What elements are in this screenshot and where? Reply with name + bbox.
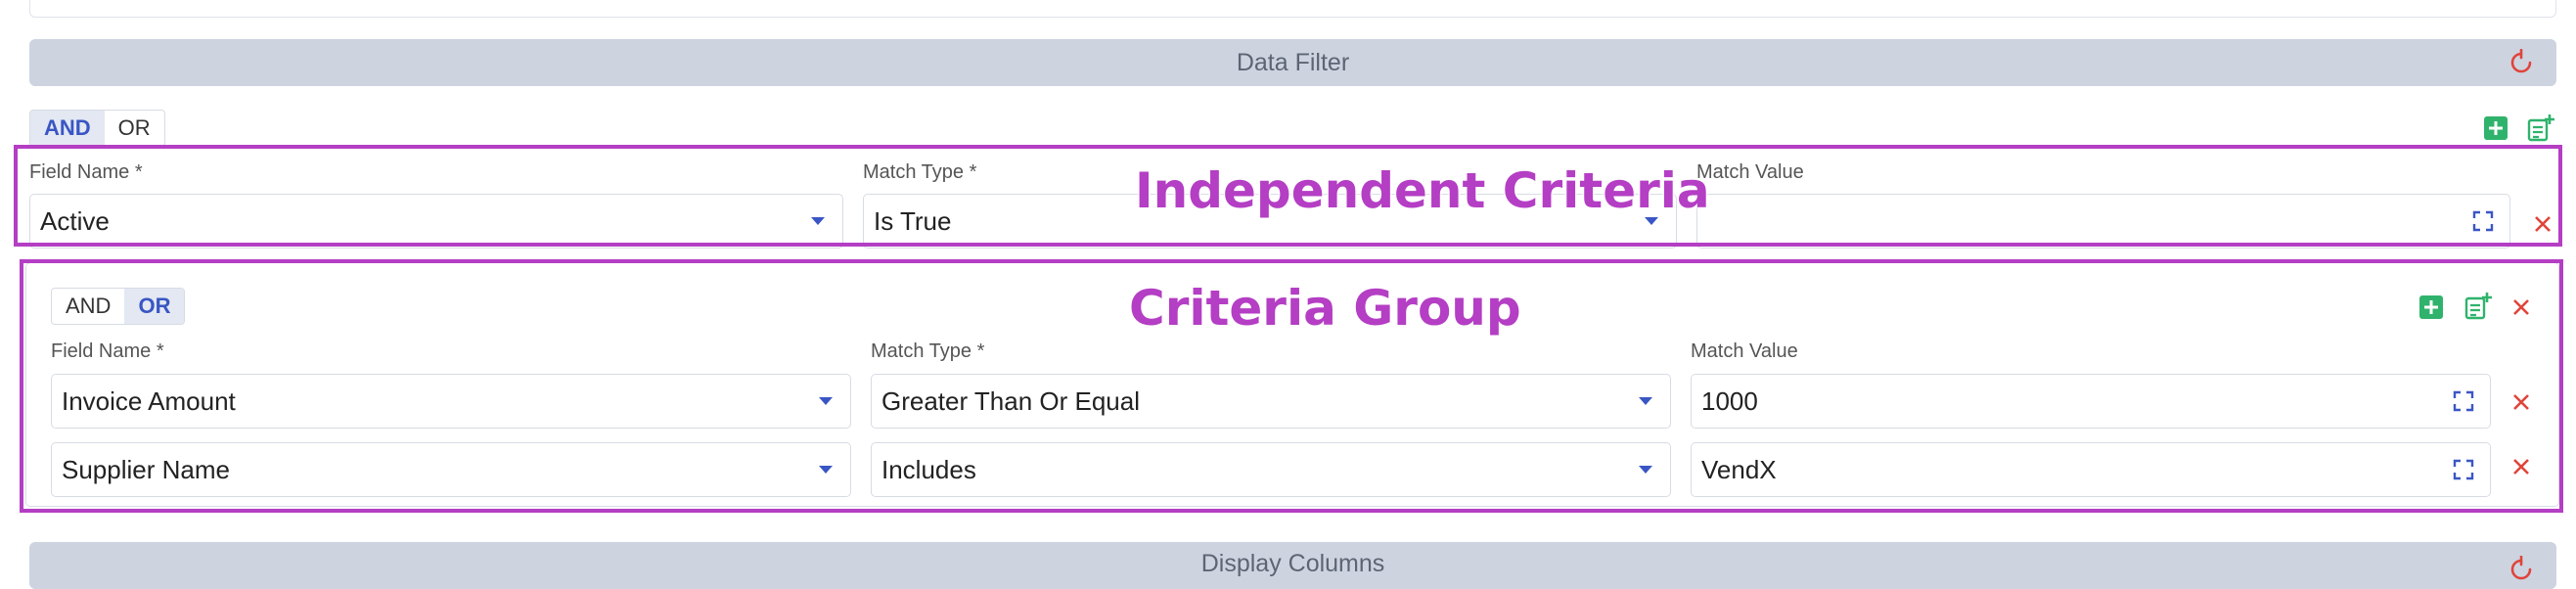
previous-section-panel xyxy=(29,0,2556,18)
display-columns-header[interactable]: Display Columns xyxy=(29,542,2556,589)
add-criteria-icon[interactable] xyxy=(2483,115,2508,141)
and-option[interactable]: AND xyxy=(30,111,105,146)
refresh-icon[interactable] xyxy=(2508,49,2535,76)
add-group-icon[interactable] xyxy=(2526,113,2555,143)
display-columns-title: Display Columns xyxy=(1200,549,1385,577)
criteria-group-annotation: Criteria Group xyxy=(1129,280,1521,337)
refresh-icon[interactable] xyxy=(2508,556,2535,583)
or-option[interactable]: OR xyxy=(105,111,164,146)
independent-criteria-annotation: Independent Criteria xyxy=(1135,162,1710,219)
data-filter-title: Data Filter xyxy=(1236,48,1350,76)
top-logic-toggle: AND OR xyxy=(29,110,165,147)
data-filter-header[interactable]: Data Filter xyxy=(29,39,2556,86)
